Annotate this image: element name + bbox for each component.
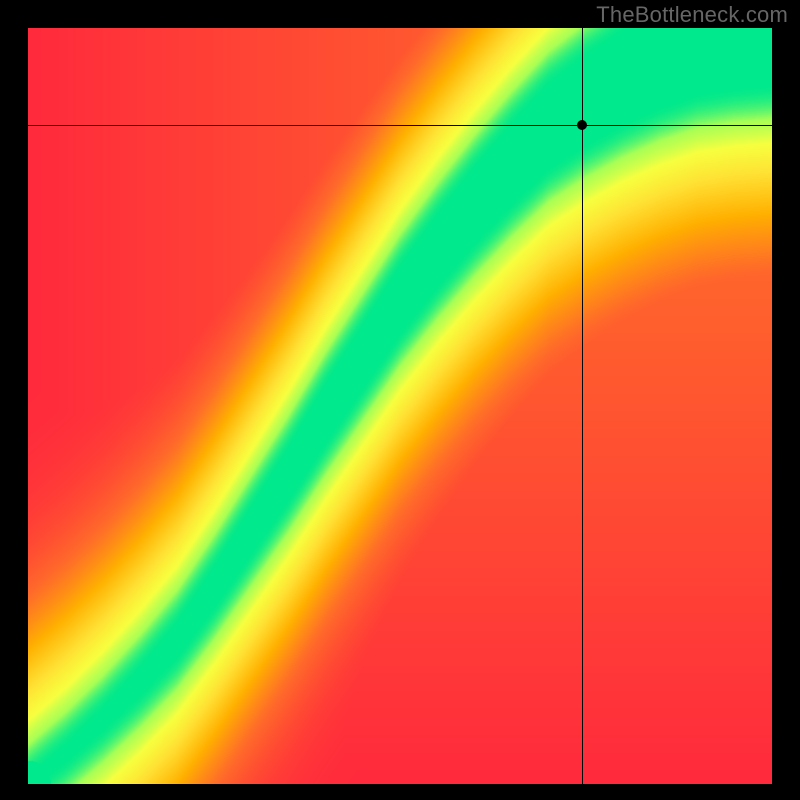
- marker-dot: [577, 120, 587, 130]
- crosshair-vertical: [582, 28, 583, 784]
- watermark-text: TheBottleneck.com: [596, 2, 788, 28]
- plot-area: [28, 28, 772, 784]
- chart-frame: TheBottleneck.com: [0, 0, 800, 800]
- heatmap-canvas: [28, 28, 772, 784]
- crosshair-horizontal: [28, 125, 772, 126]
